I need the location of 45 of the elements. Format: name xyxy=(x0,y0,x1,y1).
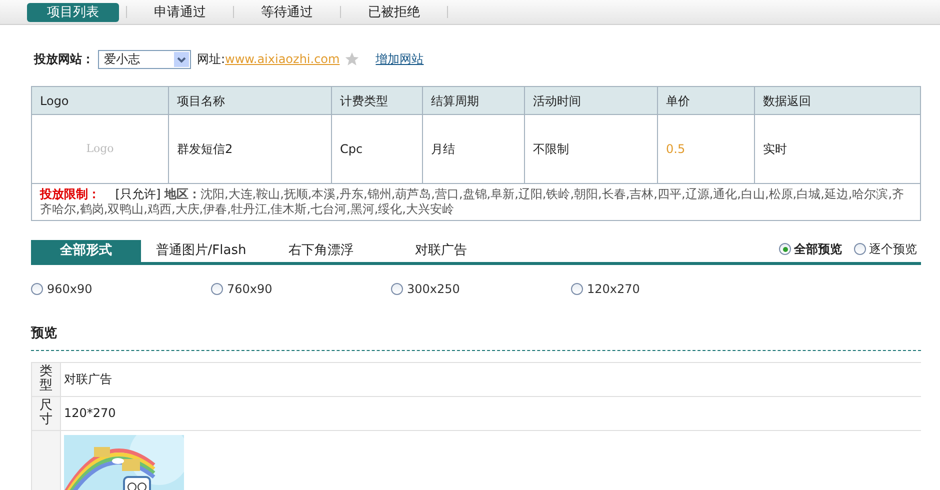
site-select[interactable]: 爱小志 xyxy=(98,50,191,68)
size-option-label: 960x90 xyxy=(47,281,92,298)
star-icon xyxy=(344,51,360,67)
column-header: 计费类型 xyxy=(332,87,423,114)
size-option-label: 120x270 xyxy=(587,281,640,298)
radio-button[interactable] xyxy=(31,283,43,295)
nav-tab[interactable]: 已被拒绝 xyxy=(348,2,440,22)
table-cell: 不限制 xyxy=(525,115,658,183)
row-value: 对联广告 xyxy=(63,371,113,388)
table-cell: Cpc xyxy=(332,115,423,183)
table-cell: 0.5 xyxy=(658,115,755,183)
column-header: Logo xyxy=(32,87,169,114)
site-label: 投放网站： xyxy=(34,51,94,68)
size-option-label: 300x250 xyxy=(407,281,460,298)
row-label-cell: 尺寸 xyxy=(32,396,61,430)
column-header: 数据返回 xyxy=(762,92,812,110)
nav-tab[interactable]: 项目列表 xyxy=(27,2,119,22)
row-label-cell: 类型 xyxy=(32,362,61,396)
table-cell: 月结 xyxy=(423,115,525,183)
format-tab[interactable]: 普通图片/Flash xyxy=(141,240,261,262)
preview-title: 预览 xyxy=(31,326,57,341)
table-cell-text: 实时 xyxy=(762,141,788,158)
radio-button[interactable] xyxy=(391,283,403,295)
radio-button[interactable] xyxy=(779,243,791,255)
format-tab[interactable]: 右下角漂浮 xyxy=(261,240,381,262)
preview-mode-label: 逐个预览 xyxy=(869,241,917,258)
radio-button[interactable] xyxy=(854,243,866,255)
format-tab[interactable]: 全部形式 xyxy=(31,240,141,262)
logo-cell: Logo xyxy=(32,115,169,183)
size-option-label: 760x90 xyxy=(227,281,272,298)
radio-button[interactable] xyxy=(211,283,223,295)
column-header: 项目名称 xyxy=(169,87,332,114)
add-site-link[interactable]: 增加网站 xyxy=(376,50,424,68)
format-tab[interactable]: 对联广告 xyxy=(381,240,501,262)
column-header: 结算周期 xyxy=(423,87,525,114)
delivery-limits-text: 投放限制： [只允许] 地区：沈阳,大连,鞍山,抚顺,本溪,丹东,锦州,葫芦岛,营口,盘锦,阜新,辽阳,铁岭,朝阳,长春,吉林,四平,辽源,通化,白山,松原,白城,延边,哈尔滨,齐齐哈尔,鹤岗,双鸭山,鸡西,大庆,伊春,牡丹江,佳木斯,七台河,黑河,绥化,大兴安岭 xyxy=(38,186,906,218)
table-cell: 群发短信2 xyxy=(169,115,332,183)
url-label: 网址: xyxy=(197,51,226,68)
nav-tab[interactable]: 申请通过 xyxy=(134,2,226,22)
column-header: 活动时间 xyxy=(525,87,658,114)
preview-mode-label: 全部预览 xyxy=(794,241,842,258)
column-header: 单价 xyxy=(658,87,755,114)
radio-button[interactable] xyxy=(571,283,583,295)
row-value: 120*270 xyxy=(63,405,117,422)
nav-tab[interactable]: 等待通过 xyxy=(241,2,333,22)
